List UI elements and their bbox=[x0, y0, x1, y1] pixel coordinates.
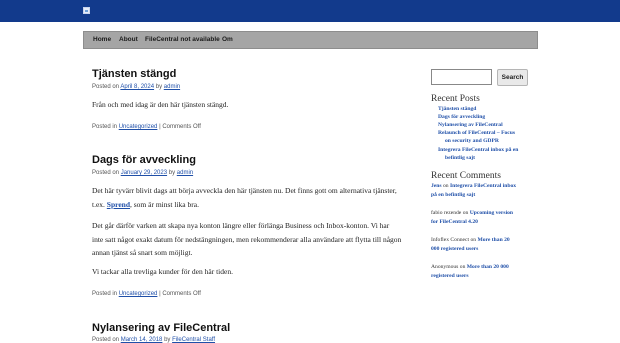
post-date-link[interactable]: March 14, 2018 bbox=[121, 337, 163, 343]
recent-comment-continued: på en befintlig sajt bbox=[431, 191, 475, 199]
comment-author: fabio rezende bbox=[431, 210, 462, 216]
main-navigation: Home About FileCentral not available Om bbox=[83, 31, 538, 49]
recent-comments-heading: Recent Comments bbox=[431, 171, 501, 181]
meta-prefix: Posted on bbox=[92, 170, 120, 176]
post-paragraph: Vi tackar alla trevliga kunder för den h… bbox=[92, 267, 233, 276]
comment-on: on bbox=[459, 264, 466, 270]
comments-status: Comments Off bbox=[162, 291, 201, 297]
comment-author: Infoflex Connect bbox=[431, 237, 470, 243]
search-input[interactable] bbox=[431, 69, 492, 85]
post-meta: Posted on January 29, 2023 by admin bbox=[92, 170, 193, 176]
post-date-link[interactable]: April 8, 2024 bbox=[120, 84, 154, 90]
post-content: Det här tyvärr blivit dags att börja avv… bbox=[92, 184, 402, 211]
comment-post-link[interactable]: 000 registered users bbox=[431, 246, 478, 252]
nav-item-filecentral-not-available[interactable]: FileCentral not available bbox=[145, 32, 220, 48]
recent-post-link[interactable]: Dags för avveckling bbox=[438, 114, 485, 121]
comment-post-link[interactable]: registered users bbox=[431, 273, 469, 279]
recent-comment-continued: 000 registered users bbox=[431, 245, 478, 253]
nav-item-om[interactable]: Om bbox=[222, 32, 233, 48]
post-title[interactable]: Dags för avveckling bbox=[92, 154, 196, 166]
footer-prefix: Posted in bbox=[92, 124, 118, 130]
comment-post-link[interactable]: More than 20 bbox=[477, 237, 509, 243]
category-link[interactable]: Uncategorized bbox=[119, 291, 158, 297]
comment-author: Anonymous bbox=[431, 264, 459, 270]
recent-comment: Anonymous on More than 20 000 bbox=[431, 263, 509, 271]
site-header bbox=[0, 0, 620, 22]
meta-by: by bbox=[168, 170, 176, 176]
recent-post-link[interactable]: Tjänsten stängd bbox=[438, 106, 476, 113]
nav-item-about[interactable]: About bbox=[119, 32, 138, 48]
comment-on: on bbox=[470, 237, 477, 243]
comment-post-link[interactable]: More than 20 000 bbox=[467, 264, 509, 270]
post-date-link[interactable]: January 29, 2023 bbox=[121, 170, 167, 176]
search-button[interactable]: Search bbox=[497, 69, 528, 86]
nav-item-home[interactable]: Home bbox=[93, 32, 111, 48]
post-paragraph-1-end: , som är minst lika bra. bbox=[130, 199, 199, 209]
post-meta: Posted on March 14, 2018 by FileCentral … bbox=[92, 337, 215, 343]
post-footer: Posted in Uncategorized | Comments Off bbox=[92, 291, 201, 297]
post-title[interactable]: Tjänsten stängd bbox=[92, 68, 176, 80]
recent-post-link[interactable]: Nylansering av FileCentral bbox=[438, 122, 503, 129]
recent-post-link-continued[interactable]: befintlig sajt bbox=[445, 155, 475, 162]
comment-post-link[interactable]: Integrera FileCentral inbox bbox=[450, 183, 516, 189]
recent-post-link-continued[interactable]: on security and GDPR bbox=[445, 138, 499, 145]
post-author-link[interactable]: admin bbox=[164, 84, 180, 90]
comment-on: on bbox=[462, 210, 469, 216]
footer-prefix: Posted in bbox=[92, 291, 118, 297]
broken-logo-image-icon[interactable] bbox=[83, 7, 91, 15]
post-title[interactable]: Nylansering av FileCentral bbox=[92, 322, 230, 334]
post-content: Från och med idag är den här tjänsten st… bbox=[92, 98, 402, 112]
comment-author-link[interactable]: Jens bbox=[431, 183, 442, 189]
recent-post-link[interactable]: Integrera FileCentral inbox på en bbox=[438, 147, 518, 154]
post-footer: Posted in Uncategorized | Comments Off bbox=[92, 124, 201, 130]
comment-post-link[interactable]: på en befintlig sajt bbox=[431, 192, 475, 198]
meta-prefix: Posted on bbox=[92, 337, 120, 343]
sprend-link[interactable]: Sprend bbox=[107, 200, 130, 209]
recent-posts-heading: Recent Posts bbox=[431, 94, 480, 104]
post-author-link[interactable]: FileCentral Staff bbox=[172, 337, 215, 343]
recent-comment: Jens on Integrera FileCentral inbox bbox=[431, 182, 516, 190]
recent-post-link[interactable]: Relaunch of FileCentral – Focus bbox=[438, 130, 515, 137]
recent-comment: fabio rezende on Upcoming version bbox=[431, 209, 513, 217]
category-link[interactable]: Uncategorized bbox=[119, 124, 158, 130]
recent-comment-continued: for FileCentral 4.20 bbox=[431, 218, 478, 226]
comment-on: on bbox=[442, 183, 449, 189]
comment-post-link[interactable]: for FileCentral 4.20 bbox=[431, 219, 478, 225]
post-author-link[interactable]: admin bbox=[177, 170, 193, 176]
meta-prefix: Posted on bbox=[92, 84, 120, 90]
recent-comment-continued: registered users bbox=[431, 272, 469, 280]
comments-status: Comments Off bbox=[162, 124, 201, 130]
comment-post-link[interactable]: Upcoming version bbox=[470, 210, 513, 216]
post-paragraph: Det går därför varken att skapa nya kont… bbox=[92, 221, 402, 257]
meta-by: by bbox=[164, 337, 171, 343]
post-meta: Posted on April 8, 2024 by admin bbox=[92, 84, 180, 90]
post-paragraph: Från och med idag är den här tjänsten st… bbox=[92, 100, 229, 109]
meta-by: by bbox=[155, 84, 163, 90]
recent-comment: Infoflex Connect on More than 20 bbox=[431, 236, 510, 244]
